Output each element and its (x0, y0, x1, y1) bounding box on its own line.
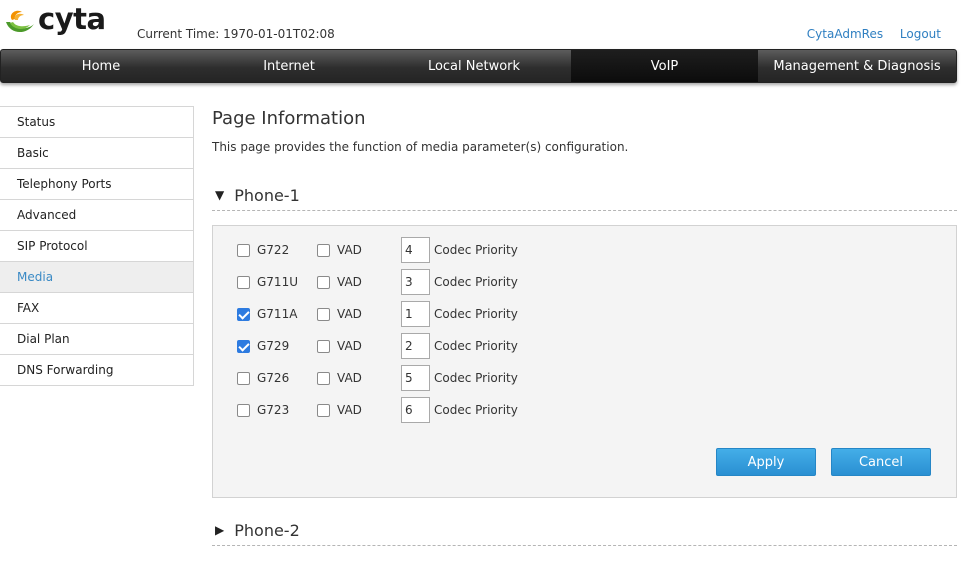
codec-priority-label: Codec Priority (434, 403, 518, 417)
codec-priority-input[interactable] (401, 333, 430, 359)
codec-row: G722 VAD Codec Priority (237, 237, 518, 263)
codec-row: G729 VAD Codec Priority (237, 333, 518, 359)
sidebar-item-telephony-ports[interactable]: Telephony Ports (0, 169, 194, 200)
nav-home[interactable]: Home (1, 50, 201, 82)
phone-2-section-header[interactable]: ▶ Phone-2 (212, 515, 957, 546)
phone-1-label: Phone-1 (234, 185, 300, 205)
current-time-value: 1970-01-01T02:08 (223, 27, 335, 41)
vad-label: VAD (337, 403, 362, 417)
sidebar-item-dns-forwarding[interactable]: DNS Forwarding (0, 355, 194, 386)
codec-priority-label: Codec Priority (434, 275, 518, 289)
codec-priority-input[interactable] (401, 301, 430, 327)
codec-name: G729 (257, 339, 290, 353)
codec-checkbox-g711a[interactable] (237, 307, 250, 321)
codec-name: G722 (257, 243, 290, 257)
sidebar-item-basic[interactable]: Basic (0, 138, 194, 169)
sidebar-item-sip-protocol[interactable]: SIP Protocol (0, 231, 194, 262)
sidebar-item-fax[interactable]: FAX (0, 293, 194, 324)
codec-priority-input[interactable] (401, 365, 430, 391)
codec-name: G723 (257, 403, 290, 417)
sidebar-item-dial-plan[interactable]: Dial Plan (0, 324, 194, 355)
nav-management-diagnosis[interactable]: Management & Diagnosis (758, 50, 956, 82)
codec-name: G726 (257, 371, 290, 385)
codec-priority-label: Codec Priority (434, 339, 518, 353)
vad-checkbox[interactable] (317, 307, 330, 321)
sidebar-item-status[interactable]: Status (0, 107, 194, 138)
codec-priority-label: Codec Priority (434, 307, 518, 321)
vad-label: VAD (337, 243, 362, 257)
phone-1-section-header[interactable]: ▼ Phone-1 (212, 180, 957, 211)
nav-local-network[interactable]: Local Network (377, 50, 571, 82)
apply-button[interactable]: Apply (716, 448, 816, 476)
logo-swirl-icon (6, 10, 34, 33)
codec-priority-input[interactable] (401, 237, 430, 263)
current-time: Current Time: 1970-01-01T02:08 (137, 27, 335, 41)
vad-checkbox[interactable] (317, 339, 330, 353)
logout-link[interactable]: Logout (900, 27, 941, 41)
sidebar-item-advanced[interactable]: Advanced (0, 200, 194, 231)
codec-row: G711U VAD Codec Priority (237, 269, 518, 295)
main-nav: Home Internet Local Network VoIP Managem… (0, 49, 957, 83)
brand-name: cyta (38, 2, 106, 36)
codec-row: G723 VAD Codec Priority (237, 397, 518, 423)
cyta-logo: cyta (4, 2, 106, 38)
codec-checkbox-g723[interactable] (237, 403, 250, 417)
sidebar: Status Basic Telephony Ports Advanced SI… (0, 106, 194, 386)
codec-priority-label: Codec Priority (434, 371, 518, 385)
nav-internet[interactable]: Internet (201, 50, 377, 82)
codec-checkbox-g722[interactable] (237, 243, 250, 257)
phone-1-panel: G722 VAD Codec Priority G711U VAD Codec … (212, 225, 957, 498)
vad-label: VAD (337, 371, 362, 385)
top-links: CytaAdmRes Logout (794, 27, 941, 41)
page-title: Page Information (212, 108, 366, 129)
codec-name: G711A (257, 307, 298, 321)
nav-voip[interactable]: VoIP (571, 50, 758, 82)
collapsed-triangle-icon: ▶ (215, 523, 225, 537)
sidebar-item-media[interactable]: Media (0, 262, 194, 293)
vad-checkbox[interactable] (317, 403, 330, 417)
codec-priority-input[interactable] (401, 397, 430, 423)
vad-checkbox[interactable] (317, 243, 330, 257)
codec-row: G711A VAD Codec Priority (237, 301, 518, 327)
codec-checkbox-g711u[interactable] (237, 275, 250, 289)
vad-label: VAD (337, 339, 362, 353)
current-time-label: Current Time: (137, 27, 220, 41)
codec-checkbox-g729[interactable] (237, 339, 250, 353)
codec-priority-input[interactable] (401, 269, 430, 295)
user-link[interactable]: CytaAdmRes (807, 27, 883, 41)
codec-row: G726 VAD Codec Priority (237, 365, 518, 391)
vad-checkbox[interactable] (317, 371, 330, 385)
phone-2-label: Phone-2 (234, 520, 300, 540)
cancel-button[interactable]: Cancel (831, 448, 931, 476)
vad-label: VAD (337, 307, 362, 321)
vad-label: VAD (337, 275, 362, 289)
expanded-triangle-icon: ▼ (215, 188, 225, 202)
codec-priority-label: Codec Priority (434, 243, 518, 257)
page-description: This page provides the function of media… (212, 140, 629, 154)
codec-checkbox-g726[interactable] (237, 371, 250, 385)
codec-name: G711U (257, 275, 298, 289)
vad-checkbox[interactable] (317, 275, 330, 289)
